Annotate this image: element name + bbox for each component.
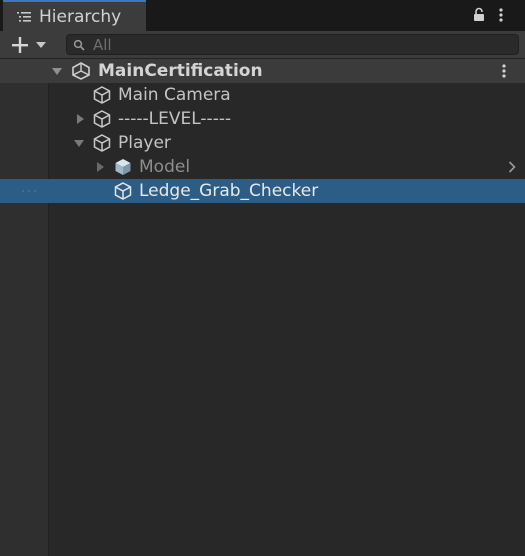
search-icon [73,39,85,51]
hierarchy-panel: Hierarchy All MainCertification Main Cam… [0,0,525,556]
tree-item-player[interactable]: Player [0,131,525,155]
tree-item-label: Player [118,133,171,153]
foldout-arrow-icon[interactable] [95,162,105,172]
gameobject-cube-icon [93,86,111,104]
tab-strip: Hierarchy [0,0,525,31]
tree-item-main-camera[interactable]: Main Camera [0,83,525,107]
tree-item-level[interactable]: -----LEVEL----- [0,107,525,131]
hierarchy-tree: MainCertification Main Camera -----LEVEL… [0,59,525,556]
scene-row[interactable]: MainCertification [0,59,525,83]
plus-icon[interactable] [9,34,51,56]
tree-item-label: Model [139,157,191,177]
gameobject-cube-icon [114,182,132,200]
drag-handle-icon [20,188,40,194]
chevron-right-icon[interactable] [508,161,516,173]
search-field[interactable] [66,34,519,55]
prefab-cube-icon [115,159,131,175]
foldout-arrow-icon[interactable] [52,66,62,76]
tree-item-label: -----LEVEL----- [118,109,232,129]
tab-title: Hierarchy [39,6,122,27]
kebab-menu-icon[interactable] [501,63,507,79]
tree-item-ledge-grab-checker[interactable]: Ledge_Grab_Checker [0,179,525,203]
hierarchy-toolbar [0,31,525,59]
tab-hierarchy[interactable]: Hierarchy [3,0,146,31]
search-input[interactable] [93,35,513,54]
tree-item-model[interactable]: Model [0,155,525,179]
scene-name: MainCertification [98,61,263,81]
unity-scene-icon [72,62,90,80]
foldout-arrow-icon[interactable] [74,138,84,148]
tree-item-label: Main Camera [118,85,231,105]
gameobject-cube-icon [93,134,111,152]
hierarchy-list-icon [17,11,31,22]
gameobject-cube-icon [93,110,111,128]
tree-item-label: Ledge_Grab_Checker [139,181,319,201]
kebab-menu-icon[interactable] [498,7,504,23]
lock-icon[interactable] [472,7,486,22]
foldout-arrow-icon[interactable] [75,114,85,124]
